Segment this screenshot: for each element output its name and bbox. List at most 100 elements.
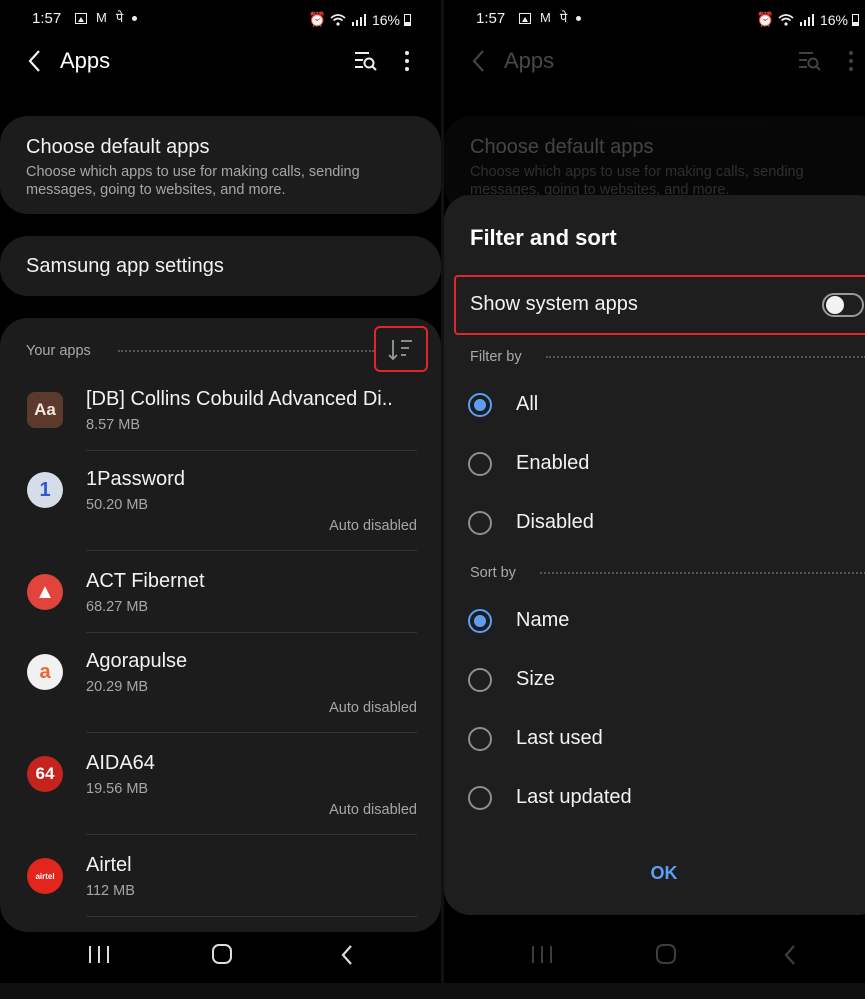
gallery-notification-icon [75,12,87,24]
app-name: [DB] Collins Cobuild Advanced Di.. [86,388,393,410]
wifi-icon [330,13,346,26]
back-arrow-icon[interactable] [24,48,46,74]
wifi-icon [778,13,794,26]
phonepe-notification-icon: पे [559,10,568,25]
app-list-item[interactable]: 64 AIDA64 19.56 MB Auto disabled [0,746,441,848]
search-list-icon[interactable] [354,50,378,72]
sheet-title: Filter and sort [470,225,617,250]
page-title: Apps [60,48,111,73]
samsung-app-settings-title: Samsung app settings [26,255,224,277]
filter-sort-sheet: Filter and sort Show system apps Filter … [444,195,865,915]
filter-radio[interactable] [468,452,492,476]
recents-icon [532,946,552,963]
sort-option-label: Size [516,668,555,690]
app-name: AIDA64 [86,752,155,774]
your-apps-label: Your apps [26,343,91,359]
recents-icon[interactable] [89,946,109,963]
more-options-icon[interactable] [403,50,411,72]
battery-percent: 16% [819,11,848,28]
sort-option-label: Last used [516,727,603,749]
filter-option-label: All [516,393,539,415]
sort-option[interactable]: Last used [444,715,865,765]
home-icon[interactable] [212,944,232,964]
sort-radio[interactable] [468,786,492,810]
status-bar: 1:57 M पे ⏰ 16% [0,8,441,30]
app-list-item[interactable]: Aa [DB] Collins Cobuild Advanced Di.. 8.57… [0,382,441,464]
app-list-item[interactable]: a Agorapulse 20.29 MB Auto disabled [0,644,441,746]
app-bar: Apps [0,44,441,80]
filter-option[interactable]: Disabled [444,499,865,549]
navigation-bar [444,927,865,983]
app-list-item[interactable]: 1 1Password 50.20 MB Auto disabled [0,462,441,564]
filter-option-label: Enabled [516,452,590,474]
app-name: 1Password [86,468,185,490]
sort-option-label: Name [516,609,570,631]
sort-option[interactable]: Size [444,656,865,706]
filter-option[interactable]: Enabled [444,440,865,490]
status-time: 1:57 [476,10,506,27]
phonepe-notification-icon: पे [115,10,124,25]
choose-default-apps-subtitle: Choose which apps to use for making call… [26,164,360,198]
gallery-notification-icon [519,12,531,24]
app-icon: Aa [27,392,63,428]
filter-by-label: Filter by [470,349,522,365]
back-arrow-icon [472,50,484,72]
battery-icon [404,13,411,26]
app-size: 68.27 MB [86,599,149,615]
more-notifications-icon [132,15,138,21]
app-icon: ▲ [27,574,63,610]
battery-icon [852,13,859,26]
show-system-apps-toggle[interactable] [822,293,864,317]
show-system-apps-label: Show system apps [470,293,638,315]
app-size: 19.56 MB [86,781,149,797]
app-icon: 64 [27,756,63,792]
sort-radio[interactable] [468,609,492,633]
alarm-icon: ⏰ [308,11,326,27]
app-size: 20.29 MB [86,679,149,695]
app-name: ACT Fibernet [86,570,205,592]
alarm-icon: ⏰ [756,11,774,27]
app-icon: a [27,654,63,690]
filter-radio[interactable] [468,511,492,535]
choose-default-apps-card[interactable]: Choose default apps Choose which apps to… [0,116,441,214]
apps-screen: 1:57 M पे ⏰ 16% Apps Choose default apps… [0,0,441,983]
show-system-apps-row[interactable]: Show system apps [454,275,865,335]
app-icon: airtel [27,858,63,894]
filter-option[interactable]: All [444,381,865,431]
page-title: Apps [504,48,555,73]
choose-default-apps-title: Choose default apps [26,136,210,158]
app-size: 50.20 MB [86,497,149,513]
sort-option-label: Last updated [516,786,632,808]
battery-percent: 16% [371,11,400,28]
sort-option[interactable]: Last updated [444,774,865,824]
home-icon [656,944,676,964]
gmail-notification-icon: M [96,10,107,25]
app-name: Agorapulse [86,650,188,672]
app-list-item[interactable]: airtel Airtel 112 MB [0,848,441,930]
apps-screen-with-filter-sheet: 1:57 M पे ⏰ 16% Apps Choose default apps… [444,0,865,983]
navigation-bar [0,927,441,983]
signal-icon [799,13,814,26]
sort-option[interactable]: Name [444,597,865,647]
nav-back-icon[interactable] [340,944,354,966]
app-name: Airtel [86,854,132,876]
app-size: 8.57 MB [86,417,140,433]
sort-radio[interactable] [468,727,492,751]
app-icon: 1 [27,472,63,508]
app-status: Auto disabled [329,802,417,818]
app-size: 112 MB [86,883,135,899]
app-status: Auto disabled [329,700,417,716]
sort-radio[interactable] [468,668,492,692]
search-list-icon [799,52,821,71]
filter-option-label: Disabled [516,511,594,533]
sort-filter-button[interactable] [374,326,428,372]
sort-icon [388,340,412,361]
filter-radio[interactable] [468,393,492,417]
samsung-app-settings-card[interactable]: Samsung app settings [0,236,441,296]
app-list-item[interactable]: ▲ ACT Fibernet 68.27 MB [0,564,441,646]
more-options-icon [849,51,853,71]
nav-back-icon [784,945,795,965]
ok-button[interactable]: OK [624,863,704,893]
sort-by-label: Sort by [470,565,516,581]
status-time: 1:57 [32,10,62,27]
